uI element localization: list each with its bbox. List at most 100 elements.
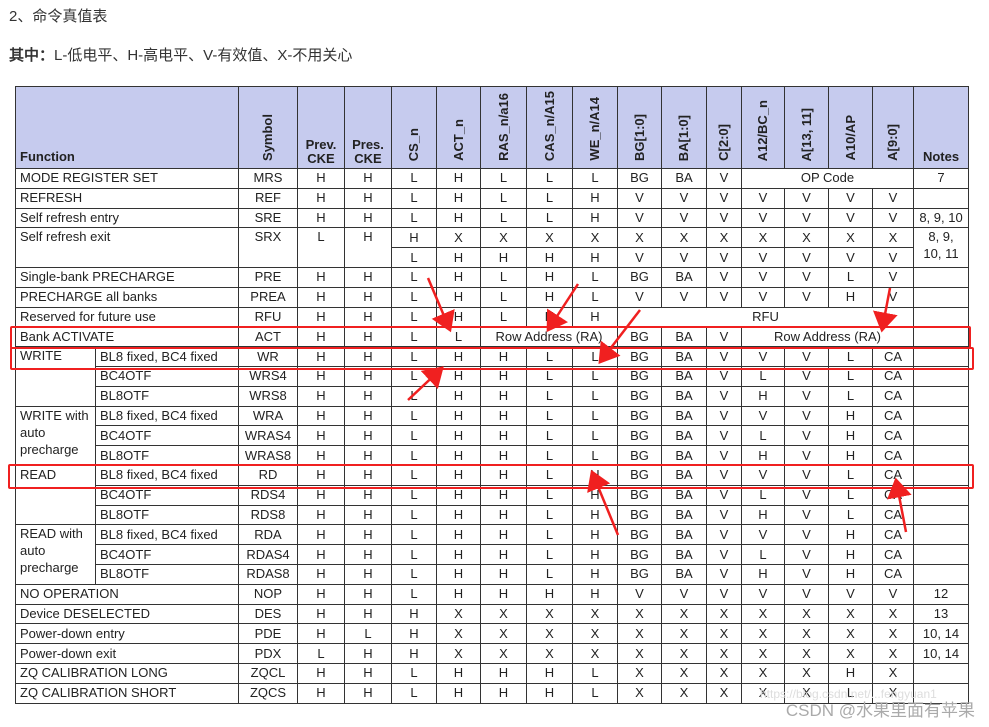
table-cell: H <box>436 385 481 407</box>
table-cell: H <box>344 583 392 605</box>
table-cell: H <box>480 504 527 526</box>
table-row: WRITE with auto precharge BL8 fixed, BC4 … <box>15 405 969 466</box>
table-cell: V <box>706 405 742 427</box>
table-cell: V <box>706 504 742 526</box>
table-cell: H <box>480 682 527 704</box>
column-header-label: A12/BC_n <box>755 99 770 161</box>
table-row: NO OPERATION NOP H H L H H H H V V V V V V V 12 <box>15 583 969 605</box>
table-cell: SRE <box>238 207 298 229</box>
column-header-label: A[13, 11] <box>798 107 814 161</box>
table-cell: L <box>828 385 873 407</box>
table-cell: H <box>297 445 345 466</box>
table-cell: X <box>526 623 573 645</box>
table-cell: BA <box>661 544 707 565</box>
table-cell: X <box>617 682 662 704</box>
table-cell: H <box>526 306 573 328</box>
command-truth-table: Function Symbol Prev. CKE Pres. CKE CS_n ACT_… <box>15 86 969 704</box>
table-cell: H <box>526 247 573 268</box>
table-cell: V <box>706 544 742 565</box>
table-row: Power-down exit PDX L H H X X X X X X X X X X X 10, 14 <box>15 643 969 664</box>
table-cell: L <box>297 643 345 664</box>
table-cell: H <box>344 544 392 565</box>
table-cell: 8, 9, 10, 11 <box>913 227 969 268</box>
table-cell: V <box>741 583 785 605</box>
table-cell: L <box>572 682 618 704</box>
table-cell: V <box>872 266 914 288</box>
table-cell: WRAS8 <box>238 445 298 466</box>
table-cell: L <box>391 247 437 268</box>
table-cell: V <box>872 207 914 229</box>
table-row: PRECHARGE all banks PREA H H L H L H L V V V V V H V <box>15 286 969 308</box>
table-cell: H <box>344 563 392 585</box>
table-cell: BA <box>661 504 707 526</box>
table-cell: L <box>391 524 437 546</box>
table-cell: V <box>706 445 742 466</box>
table-cell: V <box>784 445 829 466</box>
table-cell: X <box>784 662 829 684</box>
table-cell: H <box>344 643 392 664</box>
table-cell: X <box>706 227 742 249</box>
column-header: CAS_n/A15 <box>526 86 573 169</box>
table-cell: WRAS4 <box>238 425 298 447</box>
table-cell: X <box>741 603 785 625</box>
table-cell: BG <box>617 445 662 466</box>
table-cell: X <box>572 623 618 645</box>
table-cell: H <box>480 247 527 268</box>
column-header-label: Prev. CKE <box>305 137 337 166</box>
column-header: ACT_n <box>436 86 481 169</box>
table-cell: H <box>344 603 392 625</box>
table-cell: H <box>391 603 437 625</box>
table-cell: H <box>572 524 618 546</box>
table-cell: X <box>706 603 742 625</box>
table-cell: X <box>436 227 481 249</box>
table-cell: H <box>436 405 481 427</box>
table-cell: V <box>661 207 707 229</box>
table-cell: V <box>872 286 914 308</box>
table-cell: 10, 14 <box>913 643 969 664</box>
table-cell: L <box>391 425 437 447</box>
table-cell: H <box>297 187 345 209</box>
table-cell: X <box>526 643 573 664</box>
table-cell: X <box>741 643 785 664</box>
table-cell: V <box>706 187 742 209</box>
table-cell: H <box>297 524 345 546</box>
table-cell: L <box>480 207 527 229</box>
table-cell: Device DESELECTED <box>15 603 239 625</box>
table-cell: H <box>297 168 345 189</box>
table-cell: H <box>436 682 481 704</box>
table-cell: V <box>661 247 707 268</box>
table-cell: BA <box>661 524 707 546</box>
table-cell: H <box>828 425 873 447</box>
table-cell: RFU <box>617 306 914 328</box>
table-cell: H <box>297 682 345 704</box>
table-cell: V <box>741 187 785 209</box>
table-cell: L <box>526 504 573 526</box>
table-cell: X <box>436 603 481 625</box>
table-cell <box>913 286 969 308</box>
table-cell: H <box>480 563 527 585</box>
table-cell: L <box>391 682 437 704</box>
table-cell: H <box>526 682 573 704</box>
table-cell: X <box>661 643 707 664</box>
column-header-label: A10/AP <box>842 115 858 161</box>
table-row: Power-down entry PDE H L H X X X X X X X X X X X 10, 14 <box>15 623 969 645</box>
table-cell: H <box>741 563 785 585</box>
table-cell: BA <box>661 405 707 427</box>
table-cell: BA <box>661 385 707 407</box>
table-cell: X <box>526 227 573 249</box>
table-cell: H <box>480 662 527 684</box>
table-cell: X <box>617 227 662 249</box>
table-row: MODE REGISTER SET MRS H H L H L L L BG BA V OP Code 7 <box>15 168 969 189</box>
table-cell: H <box>828 544 873 565</box>
column-header: Prev. CKE <box>297 86 345 169</box>
table-cell: CA <box>872 445 914 466</box>
table-cell: L <box>526 524 573 546</box>
table-cell: BA <box>661 445 707 466</box>
table-cell: L <box>741 544 785 565</box>
table-cell: X <box>572 643 618 664</box>
column-header: A10/AP <box>828 86 873 169</box>
table-cell: L <box>391 286 437 308</box>
table-cell: H <box>344 405 392 427</box>
table-cell: 10, 14 <box>913 623 969 645</box>
table-cell: X <box>872 603 914 625</box>
